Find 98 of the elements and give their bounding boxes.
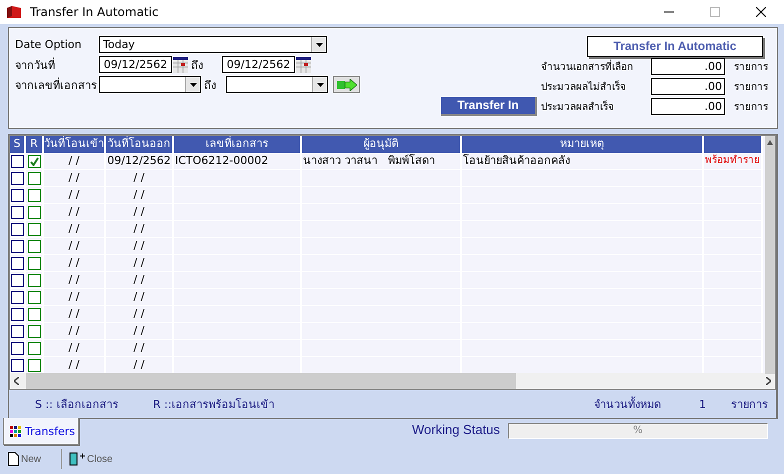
- table-cell: ICTO6212-00002: [174, 153, 302, 170]
- table-cell: / /: [106, 170, 174, 187]
- table-cell: พร้อมทำราย: [704, 153, 763, 170]
- table-cell: / /: [44, 340, 106, 357]
- transfer-automatic-button[interactable]: Transfer In Automatic: [587, 36, 763, 56]
- summary-field: .00: [651, 58, 725, 74]
- status-label: Working Status: [412, 422, 500, 437]
- unit-label: รายการ: [733, 100, 769, 114]
- checkbox[interactable]: [28, 256, 40, 270]
- checkbox[interactable]: [28, 342, 40, 354]
- transfer-in-button[interactable]: Transfer In: [441, 96, 537, 116]
- table-cell: / /: [106, 238, 174, 255]
- caret-icon: [316, 42, 322, 46]
- table-cell: / /: [44, 187, 106, 204]
- caret-icon: [190, 82, 196, 86]
- close-button[interactable]: Close: [65, 449, 117, 469]
- table-cell: / /: [106, 204, 174, 221]
- checkbox[interactable]: [28, 274, 40, 286]
- document-dropdown[interactable]: [226, 76, 328, 93]
- summary-field: .00: [651, 78, 725, 94]
- table-cell: / /: [106, 255, 174, 272]
- field-label: ถึง: [190, 58, 204, 74]
- legend-text: S :: เลือกเอกสาร: [35, 397, 120, 413]
- checkbox[interactable]: [28, 206, 40, 218]
- table-cell: / /: [44, 323, 106, 340]
- new-button[interactable]: New: [4, 449, 58, 469]
- table-cell: / /: [106, 221, 174, 238]
- table-cell: / /: [106, 289, 174, 306]
- document-dropdown[interactable]: [99, 76, 201, 93]
- table-cell: / /: [106, 272, 174, 289]
- checkbox[interactable]: [28, 172, 40, 184]
- column-header: วันที่โอนเข้า: [44, 136, 106, 153]
- table-cell: / /: [44, 238, 106, 255]
- arrow-icon: [336, 78, 356, 90]
- scrollbar[interactable]: [765, 136, 775, 374]
- go-button[interactable]: [333, 76, 360, 93]
- table-cell: / /: [106, 340, 174, 357]
- table-cell: / /: [44, 306, 106, 323]
- scrollbar[interactable]: [10, 373, 775, 389]
- column-header: หมายเหตุ: [462, 136, 704, 153]
- page-icon: [8, 452, 19, 466]
- date-field[interactable]: 09/12/2562: [222, 56, 295, 73]
- checkbox[interactable]: [28, 358, 40, 372]
- table-cell: / /: [44, 272, 106, 289]
- table-cell: / /: [44, 204, 106, 221]
- unit-label: รายการ: [733, 80, 769, 94]
- date-field[interactable]: 09/12/2562: [99, 56, 172, 73]
- column-header: เลขที่เอกสาร: [174, 136, 302, 153]
- checkbox[interactable]: [28, 290, 40, 304]
- checkbox[interactable]: [28, 308, 40, 320]
- up-arrow-icon: [767, 140, 773, 145]
- table-cell: นางสาว วาสนา พิมพ์โสดา: [302, 153, 462, 170]
- column-header: ผู้อนุมัติ: [302, 136, 462, 153]
- caret-icon: [316, 82, 324, 86]
- summary-label: ประมวลผลสำเร็จ: [541, 99, 615, 114]
- table-cell: / /: [44, 289, 106, 306]
- progress-text: %: [632, 424, 644, 438]
- column-header: S: [10, 136, 26, 153]
- checkbox[interactable]: [28, 324, 40, 338]
- table-cell: / /: [44, 255, 106, 272]
- window-title: Transfer In Automatic: [30, 5, 160, 19]
- calendar-icon: [173, 56, 188, 72]
- folder-icon: [6, 5, 22, 19]
- column-header: R: [26, 136, 44, 153]
- table-cell: / /: [106, 306, 174, 323]
- close-icon: [756, 7, 766, 17]
- tab[interactable]: Transfers: [3, 418, 79, 445]
- unit-label: รายการ: [733, 60, 769, 74]
- column-header: วันที่โอนออก: [106, 136, 174, 153]
- table-cell: / /: [44, 221, 106, 238]
- summary-label: จำนวนเอกสารที่เลือก: [541, 58, 634, 74]
- table-cell: / /: [44, 170, 106, 187]
- calendar-icon: [296, 56, 311, 72]
- check-icon: [30, 156, 38, 166]
- table-cell: โอนย้ายสินค้าออกคลัง: [462, 153, 704, 170]
- table-cell: / /: [44, 153, 106, 170]
- scrollbar-thumb[interactable]: [26, 373, 516, 389]
- checkbox[interactable]: [28, 240, 40, 252]
- field-label: Date Option: [15, 38, 82, 51]
- unit-label: รายการ: [731, 397, 768, 413]
- table-cell: / /: [106, 187, 174, 204]
- table-cell: / /: [106, 323, 174, 340]
- legend-text: R ::เอกสารพร้อมโอนเข้า: [153, 397, 276, 413]
- total-value: 1: [699, 398, 707, 410]
- maximize-icon: [710, 7, 720, 17]
- checkbox[interactable]: [28, 222, 40, 236]
- summary-label: ประมวลผลไม่สำเร็จ: [541, 79, 627, 94]
- field-label: จากเลขที่เอกสาร: [15, 76, 98, 94]
- date-option-dropdown[interactable]: Today: [99, 36, 327, 53]
- checkbox[interactable]: [28, 154, 40, 168]
- grid-icon: [10, 426, 21, 436]
- total-label: จำนวนทั้งหมด: [594, 396, 661, 413]
- door-icon: [69, 452, 85, 466]
- field-label: จากวันที่: [15, 56, 56, 74]
- field-label: ถึง: [203, 78, 217, 94]
- checkbox[interactable]: [28, 188, 40, 202]
- summary-field: .00: [651, 98, 725, 114]
- table-cell: 09/12/2562: [106, 153, 174, 170]
